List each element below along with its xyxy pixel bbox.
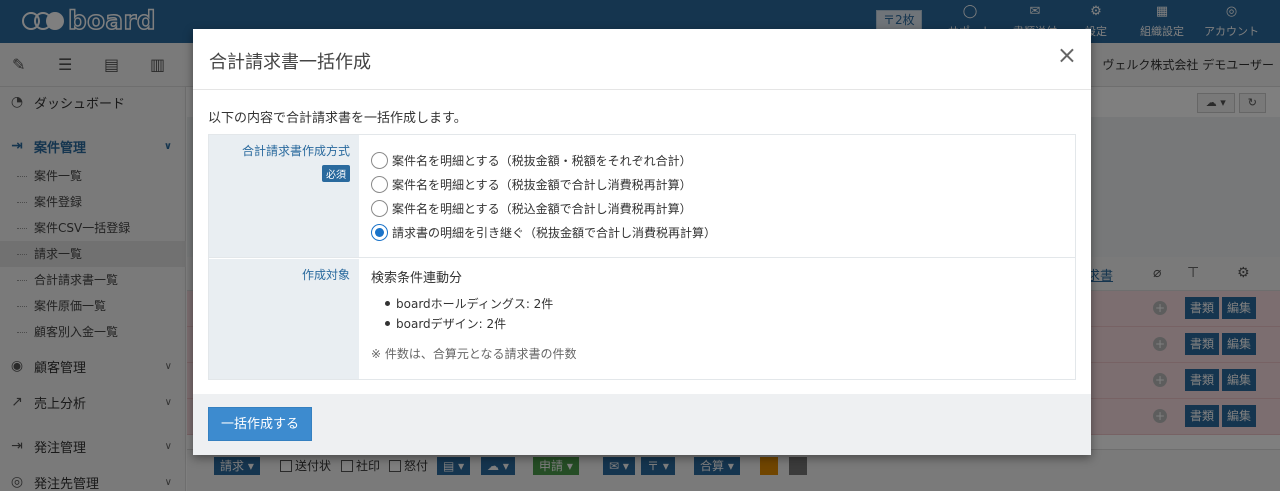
form-row-method: 合計請求書作成方式 必須 案件名を明細とする（税抜金額・税額をそれぞれ合計） 案… <box>209 135 1075 258</box>
method-option-4[interactable]: 請求書の明細を引き継ぐ（税抜金額で合計し消費税再計算） <box>371 223 716 241</box>
modal-header: 合計請求書一括作成 × <box>193 29 1091 90</box>
target-label: 作成対象 <box>209 259 359 379</box>
close-icon[interactable]: × <box>1057 43 1077 67</box>
form-row-target: 作成対象 検索条件連動分 boardホールディングス: 2件 boardデザイン… <box>209 259 1075 379</box>
target-note: ※ 件数は、合算元となる請求書の件数 <box>371 347 577 361</box>
intro-text: 以下の内容で合計請求書を一括作成します。 <box>208 111 467 126</box>
radio-checked-icon <box>371 223 388 241</box>
radio-unchecked-icon <box>371 151 388 169</box>
method-option-2[interactable]: 案件名を明細とする（税抜金額で合計し消費税再計算） <box>371 175 692 193</box>
target-heading: 検索条件連動分 <box>371 271 463 286</box>
required-badge: 必須 <box>322 165 350 182</box>
target-list: boardホールディングス: 2件 boardデザイン: 2件 <box>385 295 553 335</box>
list-item: boardデザイン: 2件 <box>385 315 553 335</box>
target-value: 検索条件連動分 boardホールディングス: 2件 boardデザイン: 2件 … <box>359 259 1075 379</box>
method-option-1[interactable]: 案件名を明細とする（税抜金額・税額をそれぞれ合計） <box>371 151 692 169</box>
method-label: 合計請求書作成方式 必須 <box>209 135 359 257</box>
list-item: boardホールディングス: 2件 <box>385 295 553 315</box>
bulk-create-button[interactable]: 一括作成する <box>208 407 312 441</box>
modal-title: 合計請求書一括作成 <box>209 52 371 73</box>
bulk-create-total-invoice-dialog: 合計請求書一括作成 × 以下の内容で合計請求書を一括作成します。 合計請求書作成… <box>193 29 1091 455</box>
radio-unchecked-icon <box>371 199 388 217</box>
modal-footer: 一括作成する <box>193 394 1091 455</box>
form-table: 合計請求書作成方式 必須 案件名を明細とする（税抜金額・税額をそれぞれ合計） 案… <box>208 134 1076 380</box>
radio-unchecked-icon <box>371 175 388 193</box>
method-options: 案件名を明細とする（税抜金額・税額をそれぞれ合計） 案件名を明細とする（税抜金額… <box>359 135 1075 257</box>
modal-body: 以下の内容で合計請求書を一括作成します。 合計請求書作成方式 必須 案件名を明細… <box>193 90 1091 394</box>
method-option-3[interactable]: 案件名を明細とする（税込金額で合計し消費税再計算） <box>371 199 692 217</box>
